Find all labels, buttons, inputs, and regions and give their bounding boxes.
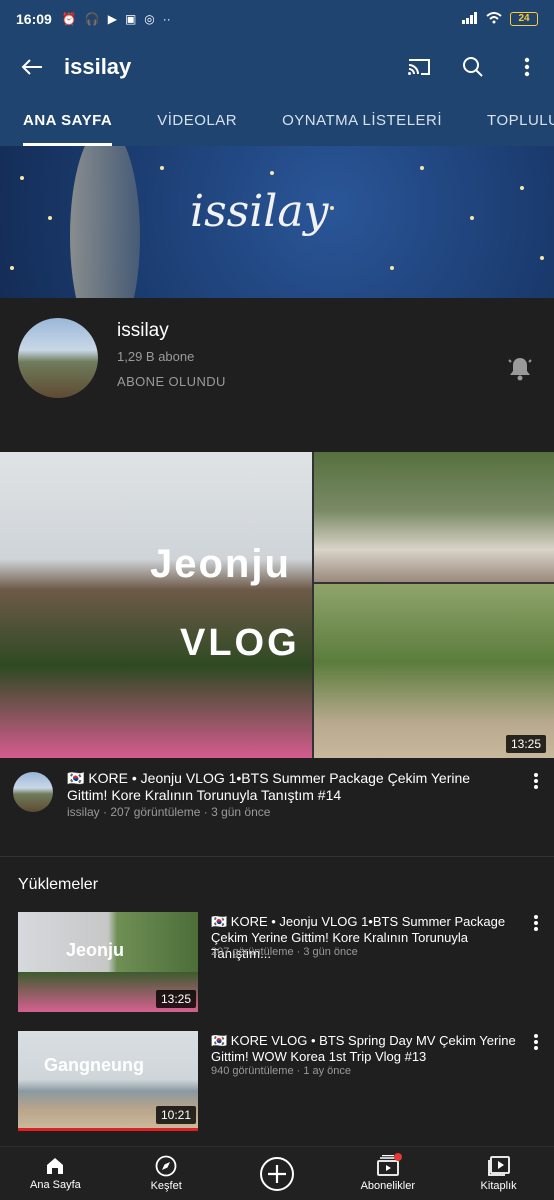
video-meta: issilay · 207 görüntüleme · 3 gün önce [67,805,271,819]
thumbnail-photo [314,584,554,758]
star-icon [420,166,424,170]
channel-avatar[interactable] [13,772,53,812]
star-icon [270,171,274,175]
nav-create[interactable] [222,1147,333,1200]
channel-title: issilay [64,54,132,79]
alarm-icon: ⏰ [61,12,77,26]
star-icon [20,176,24,180]
video-title[interactable]: 🇰🇷 KORE VLOG • BTS Spring Day MV Çekim Y… [211,1033,527,1065]
video-thumbnail[interactable]: Gangneung 10:21 [18,1031,198,1131]
tab-community[interactable]: TOPLULUK [487,96,554,146]
video-meta: 940 görüntüleme · 1 ay önce [211,1065,352,1077]
headphones-icon: 🎧 [84,12,100,26]
status-system-icons: 24 [462,11,538,27]
thumbnail-subtitle: VLOG [180,622,300,664]
create-icon [259,1156,294,1191]
star-icon [10,266,14,270]
video-thumbnail[interactable]: Jeonju 13:25 [18,912,198,1012]
nav-label: Abonelikler [360,1180,415,1192]
more-vert-icon [534,1034,538,1050]
search-button[interactable] [446,56,500,78]
star-icon [540,256,544,260]
channel-banner: issilay [0,146,554,298]
notification-dot [394,1153,403,1161]
bottom-navigation: Ana Sayfa Keşfet Abonelikler Kitaplık [0,1146,554,1200]
wifi-icon [486,11,502,27]
video-meta: 207 görüntüleme · 3 gün önce [211,946,358,958]
channel-avatar[interactable] [18,318,98,398]
signal-icon [462,11,478,27]
nav-label: Ana Sayfa [30,1179,81,1191]
star-icon [390,266,394,270]
channel-name: issilay [117,320,169,341]
subscribed-button[interactable]: ABONE OLUNDU [117,374,226,389]
explore-icon [155,1155,177,1177]
thumbnail-title: Gangneung [44,1055,144,1075]
nav-label: Keşfet [150,1180,182,1192]
home-icon [47,1158,64,1174]
uploads-section-title[interactable]: Yüklemeler [18,876,98,894]
more-vert-icon [534,773,538,789]
subscriber-count: 1,29 B abone [117,349,195,364]
video-duration: 10:21 [156,1106,197,1124]
star-icon [470,216,474,220]
status-notification-icons: ⏰ 🎧 ▶ ▣ ◎ ·· [62,12,171,26]
list-item[interactable]: Jeonju 13:25 🇰🇷 KORE • Jeonju VLOG 1•BTS… [0,912,554,1022]
tab-home[interactable]: ANA SAYFA [23,96,113,146]
arrow-left-icon [21,59,42,75]
more-vert-icon [534,915,538,931]
divider [0,856,554,857]
app-bar: issilay [0,38,554,96]
cast-button[interactable] [392,57,446,77]
video-menu-button[interactable] [533,772,539,795]
thumbnail-title: Jeonju [66,940,125,960]
featured-video-info: 🇰🇷 KORE • Jeonju VLOG 1•BTS Summer Packa… [0,758,554,856]
status-bar: 16:09 ⏰ 🎧 ▶ ▣ ◎ ·· 24 [0,0,554,38]
video-duration: 13:25 [156,990,197,1008]
banner-logo: issilay [190,186,329,237]
back-button[interactable] [0,58,64,76]
tab-playlists[interactable]: OYNATMA LİSTELERİ [282,96,442,146]
notification-bell-button[interactable] [508,356,532,387]
nav-library[interactable]: Kitaplık [443,1147,554,1200]
banner-moon-art [70,146,140,298]
list-item[interactable]: Gangneung 10:21 🇰🇷 KORE VLOG • BTS Sprin… [0,1031,554,1141]
library-icon [487,1156,510,1176]
tab-videos[interactable]: VİDEOLAR [157,96,237,146]
video-menu-button[interactable] [533,914,539,937]
instagram-icon: ◎ [144,12,155,26]
nav-subscriptions[interactable]: Abonelikler [332,1147,443,1200]
more-vert-icon [524,57,530,77]
channel-tabs: ANA SAYFA VİDEOLAR OYNATMA LİSTELERİ TOP… [0,96,554,146]
video-menu-button[interactable] [533,1033,539,1056]
search-icon [463,57,483,77]
more-options-button[interactable] [500,57,554,77]
bell-icon [508,358,532,381]
cast-icon [408,59,430,75]
video-title[interactable]: 🇰🇷 KORE • Jeonju VLOG 1•BTS Summer Packa… [67,770,507,804]
thumbnail-photo [314,452,554,582]
featured-video-thumbnail[interactable]: Jeonju VLOG 13:25 [0,452,554,758]
thumbnail-title: Jeonju [150,542,291,586]
nav-label: Kitaplık [480,1180,517,1192]
more-notifications-icon: ·· [162,12,171,26]
video-duration: 13:25 [506,735,547,753]
star-icon [330,206,334,210]
star-icon [48,216,52,220]
battery-icon: 24 [510,12,538,26]
star-icon [520,186,524,190]
nav-explore[interactable]: Keşfet [111,1147,222,1200]
channel-header: issilay 1,29 B abone ABONE OLUNDU [0,298,554,448]
star-icon [160,166,164,170]
youtube-icon: ▶ [107,12,117,26]
nav-home[interactable]: Ana Sayfa [0,1147,111,1200]
app-icon: ▣ [124,12,137,26]
thumbnail-photo [0,452,312,758]
status-time: 16:09 [16,11,52,27]
